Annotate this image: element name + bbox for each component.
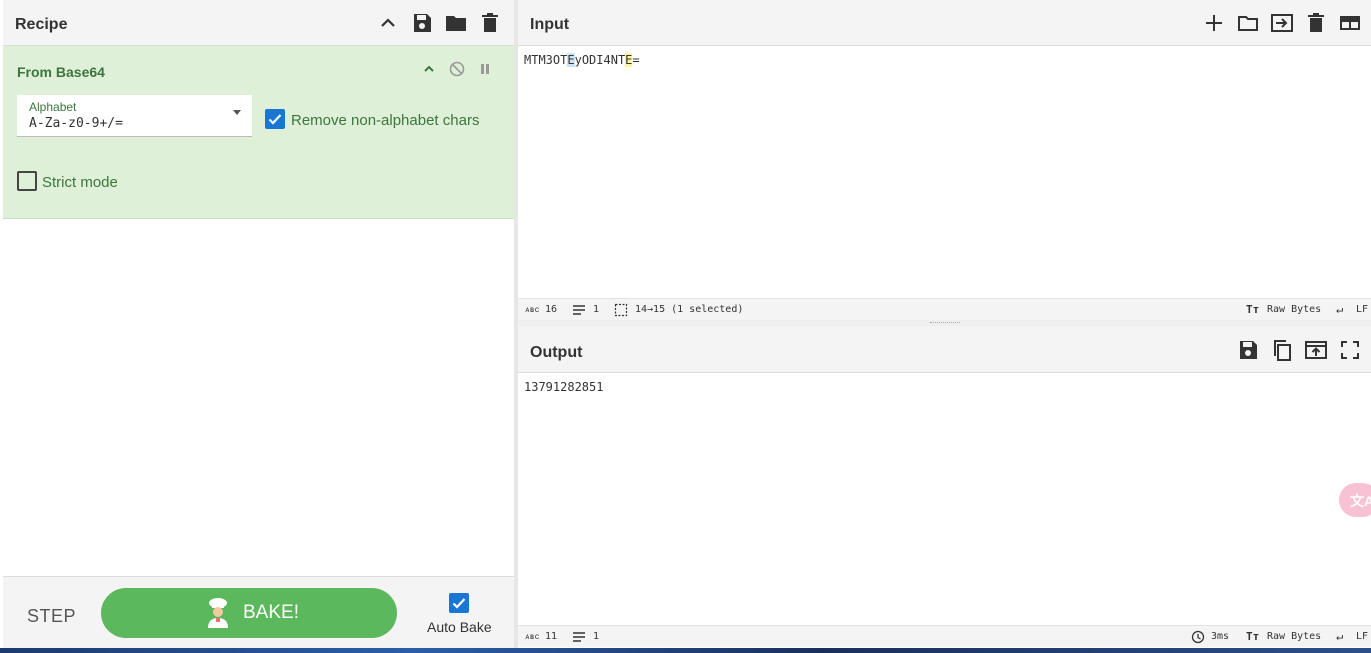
chevron-up-icon[interactable]: [420, 60, 438, 78]
input-lines: 1: [593, 304, 600, 315]
trash-icon[interactable]: [1304, 11, 1328, 35]
input-text-selection: E: [567, 53, 575, 67]
copy-icon[interactable]: [1270, 338, 1294, 362]
strict-mode-checkbox[interactable]: [17, 171, 37, 191]
translate-icon[interactable]: 文A: [1339, 483, 1371, 517]
input-header: Input: [518, 0, 1371, 46]
output-time: 3ms: [1211, 631, 1230, 642]
maximize-icon[interactable]: [1338, 338, 1362, 362]
input-encoding[interactable]: Raw Bytes: [1267, 304, 1321, 315]
input-selection: 14→15 (1 selected): [635, 304, 744, 315]
recipe-header: Recipe: [3, 0, 514, 46]
output-header: Output: [518, 326, 1371, 373]
input-text-part: =: [632, 53, 640, 67]
plus-icon[interactable]: [1202, 11, 1226, 35]
chef-icon: [204, 597, 232, 629]
raw-bytes-icon: Tт: [1246, 630, 1260, 643]
input-text[interactable]: MTM3OTEyODI4NTE=: [524, 53, 640, 67]
layout-icon[interactable]: [1338, 11, 1362, 35]
clock-icon: [1191, 630, 1205, 644]
recipe-footer: STEP BAKE! Auto Bake: [3, 576, 514, 653]
alphabet-label: Alphabet: [29, 100, 77, 114]
save-icon[interactable]: [1236, 338, 1260, 362]
output-text[interactable]: 13791282851: [524, 380, 603, 394]
output-encoding[interactable]: Raw Bytes: [1267, 631, 1321, 642]
raw-bytes-icon: Tт: [1246, 303, 1260, 316]
output-length: 11: [545, 631, 558, 642]
input-text-part: yODI4NT: [574, 53, 626, 67]
pause-icon[interactable]: [476, 60, 494, 78]
input-title: Input: [530, 16, 570, 33]
taskbar-strip: [0, 648, 1371, 653]
lines-icon: [572, 630, 586, 644]
alphabet-select[interactable]: Alphabet A-Za-z0-9+/=: [17, 95, 252, 137]
output-eol[interactable]: LF: [1356, 631, 1368, 642]
step-button[interactable]: STEP: [27, 606, 76, 627]
auto-bake-label: Auto Bake: [427, 619, 492, 635]
operation-from-base64[interactable]: From Base64 Alphabet A-Za-z0-9+/= Remove…: [3, 46, 514, 219]
lines-icon: [572, 303, 586, 317]
operation-title: From Base64: [17, 64, 105, 80]
resize-grip[interactable]: [930, 322, 960, 324]
bake-label: BAKE!: [243, 602, 299, 623]
input-arrow-icon[interactable]: [1270, 11, 1294, 35]
remove-non-alphabet-label: Remove non-alphabet chars: [291, 112, 480, 129]
trash-icon[interactable]: [478, 11, 502, 35]
alphabet-value: A-Za-z0-9+/=: [29, 116, 123, 131]
output-lines: 1: [593, 631, 600, 642]
caret-down-icon: [233, 110, 241, 115]
bake-button[interactable]: BAKE!: [101, 588, 397, 638]
output-status-bar: ᴀʙᴄ 11 1 3ms Tт Raw Bytes ↵ LF: [518, 625, 1371, 647]
chevron-up-icon[interactable]: [376, 11, 400, 35]
recipe-pane: Recipe From Base64 Alphabet A-Za-z0-9+/=: [3, 0, 514, 653]
output-pane: Output 13791282851 ᴀʙᴄ 11 1 3ms Tт Raw B…: [518, 326, 1371, 653]
input-length: 16: [545, 304, 558, 315]
disable-icon[interactable]: [448, 60, 466, 78]
input-text-part: MTM3OT: [524, 53, 568, 67]
length-icon: ᴀʙᴄ: [525, 632, 540, 641]
auto-bake-checkbox[interactable]: [449, 593, 469, 613]
folder-icon[interactable]: [1236, 11, 1260, 35]
input-pane: Input MTM3OTEyODI4NTE= ᴀʙᴄ 16 1 14→15 (1…: [518, 0, 1371, 320]
output-title: Output: [530, 344, 583, 361]
strict-mode-label: Strict mode: [42, 174, 118, 191]
input-eol[interactable]: LF: [1356, 304, 1368, 315]
input-status-bar: ᴀʙᴄ 16 1 14→15 (1 selected) Tт Raw Bytes…: [518, 298, 1371, 320]
recipe-title: Recipe: [15, 16, 68, 33]
remove-non-alphabet-checkbox[interactable]: [265, 109, 285, 129]
length-icon: ᴀʙᴄ: [525, 305, 540, 314]
eol-icon: ↵: [1336, 629, 1344, 643]
folder-icon[interactable]: [444, 11, 468, 35]
save-icon[interactable]: [410, 11, 434, 35]
eol-icon: ↵: [1336, 302, 1344, 316]
replace-input-icon[interactable]: [1304, 338, 1328, 362]
selection-icon: [614, 303, 628, 317]
translate-glyph: 文A: [1350, 493, 1371, 509]
